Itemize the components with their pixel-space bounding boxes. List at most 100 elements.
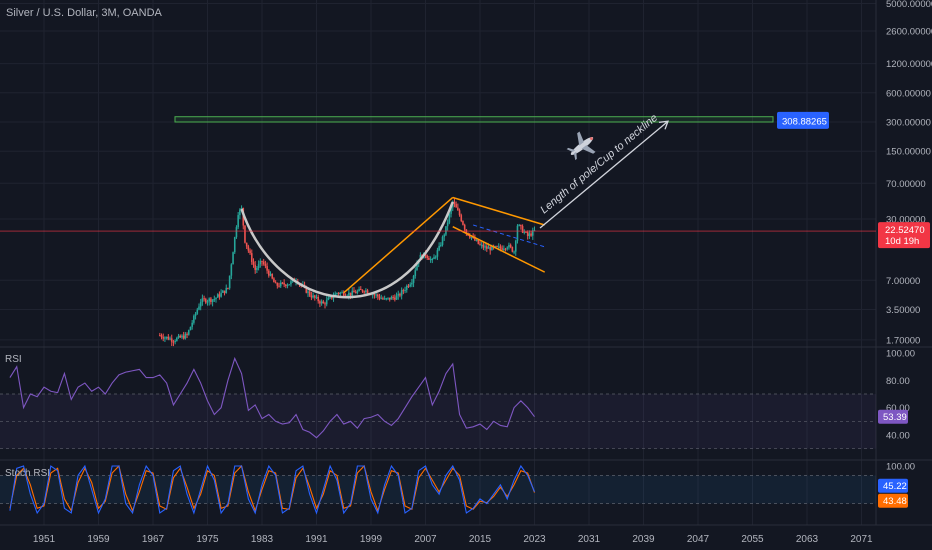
candle-body	[310, 295, 313, 298]
candle-body	[513, 251, 515, 253]
candle-body	[266, 266, 268, 271]
candle-body	[245, 242, 248, 247]
candle-body	[182, 335, 185, 339]
candle-body	[206, 301, 209, 303]
candle-body	[339, 292, 342, 294]
price-tick-label: 7.00000	[886, 276, 920, 287]
candle-body	[317, 296, 320, 302]
candle-body	[497, 246, 500, 248]
candle-body	[412, 275, 415, 283]
chart-title: Silver / U.S. Dollar, 3M, OANDA	[6, 7, 162, 19]
candle-body	[487, 247, 490, 249]
price-tick-label: 600.00000	[886, 88, 931, 99]
candle-body	[400, 290, 403, 296]
candle-body	[167, 336, 170, 340]
candle-body	[324, 303, 326, 305]
candle-body	[337, 293, 340, 295]
candle-body	[509, 244, 512, 247]
chart-canvas[interactable]: Length of pole/Cup to neckline 5000.0000…	[0, 0, 932, 550]
candle-body	[523, 231, 526, 233]
candle-body	[186, 333, 188, 335]
candle-body	[402, 290, 405, 292]
target-zone-box[interactable]	[174, 116, 774, 123]
candle-body	[359, 288, 362, 290]
candle-body	[204, 299, 207, 303]
candle-body	[225, 287, 228, 294]
candle-body	[414, 270, 417, 276]
candle-body	[262, 261, 265, 265]
candle-body	[159, 335, 161, 337]
time-tick-label: 2047	[687, 534, 710, 545]
candle-body	[499, 246, 502, 249]
candle-body	[230, 264, 233, 276]
rsi-pane-title: RSI	[5, 354, 22, 365]
price-tick-label: 150.00000	[886, 147, 931, 158]
candle-body	[176, 337, 178, 341]
candle-body	[179, 335, 182, 338]
candle-body	[405, 285, 408, 290]
candle-body	[484, 246, 486, 248]
candle-body	[259, 260, 262, 265]
candle-body	[276, 283, 279, 286]
time-tick-label: 1999	[360, 534, 383, 545]
candle-body	[445, 226, 447, 235]
price-tick-label: 2600.00000	[886, 27, 932, 38]
stoch-tick-label: 100.00	[886, 462, 915, 473]
target-price-tag-text: 308.88265	[782, 116, 827, 127]
time-tick-label: 2015	[469, 534, 492, 545]
candle-body	[457, 207, 459, 211]
candle-body	[514, 240, 517, 252]
candle-body	[463, 224, 466, 230]
candle-body	[160, 335, 163, 338]
candle-body	[470, 237, 473, 239]
candle-body	[208, 298, 211, 302]
candle-body	[254, 264, 256, 270]
candle-body	[528, 233, 531, 237]
candle-body	[373, 294, 376, 296]
candle-body	[365, 290, 367, 293]
candle-body	[496, 246, 498, 248]
candle-body	[247, 246, 250, 251]
stoch-rsi-pane-title: Stoch RSI	[5, 468, 50, 479]
candle-body	[479, 243, 481, 245]
candle-body	[268, 270, 270, 276]
time-tick-label: 2055	[741, 534, 764, 545]
candle-body	[252, 261, 255, 265]
candle-body	[363, 291, 365, 293]
candle-body	[222, 290, 224, 293]
candle-body	[448, 213, 451, 223]
time-tick-label: 2031	[578, 534, 601, 545]
candle-body	[530, 233, 532, 236]
candle-body	[358, 288, 360, 292]
candle-body	[395, 295, 398, 300]
candle-body	[453, 201, 456, 204]
rsi-tick-label: 40.00	[886, 431, 910, 442]
candle-body	[508, 244, 510, 248]
candle-body	[428, 257, 430, 260]
candle-body	[377, 294, 379, 297]
candle-body	[218, 294, 221, 297]
candle-body	[181, 335, 183, 338]
candle-body	[518, 224, 520, 226]
candle-body	[193, 315, 195, 323]
candle-body	[482, 244, 485, 248]
candle-body	[170, 338, 173, 342]
countdown-text: 10d 19h	[885, 236, 919, 247]
time-tick-label: 1967	[142, 534, 165, 545]
candle-body	[228, 275, 231, 289]
candle-body	[184, 333, 187, 339]
candle-body	[322, 301, 325, 304]
candle-body	[399, 293, 401, 296]
candle-body	[385, 298, 388, 300]
candle-body	[409, 284, 411, 287]
time-tick-label: 1959	[87, 534, 110, 545]
candle-body	[388, 297, 391, 300]
candle-body	[285, 284, 287, 287]
candle-body	[191, 322, 193, 327]
candle-body	[164, 337, 166, 339]
candle-body	[325, 299, 328, 305]
candle-body	[273, 278, 275, 283]
price-tick-label: 1.70000	[886, 335, 920, 346]
candle-body	[480, 244, 483, 246]
candle-body	[520, 224, 522, 227]
